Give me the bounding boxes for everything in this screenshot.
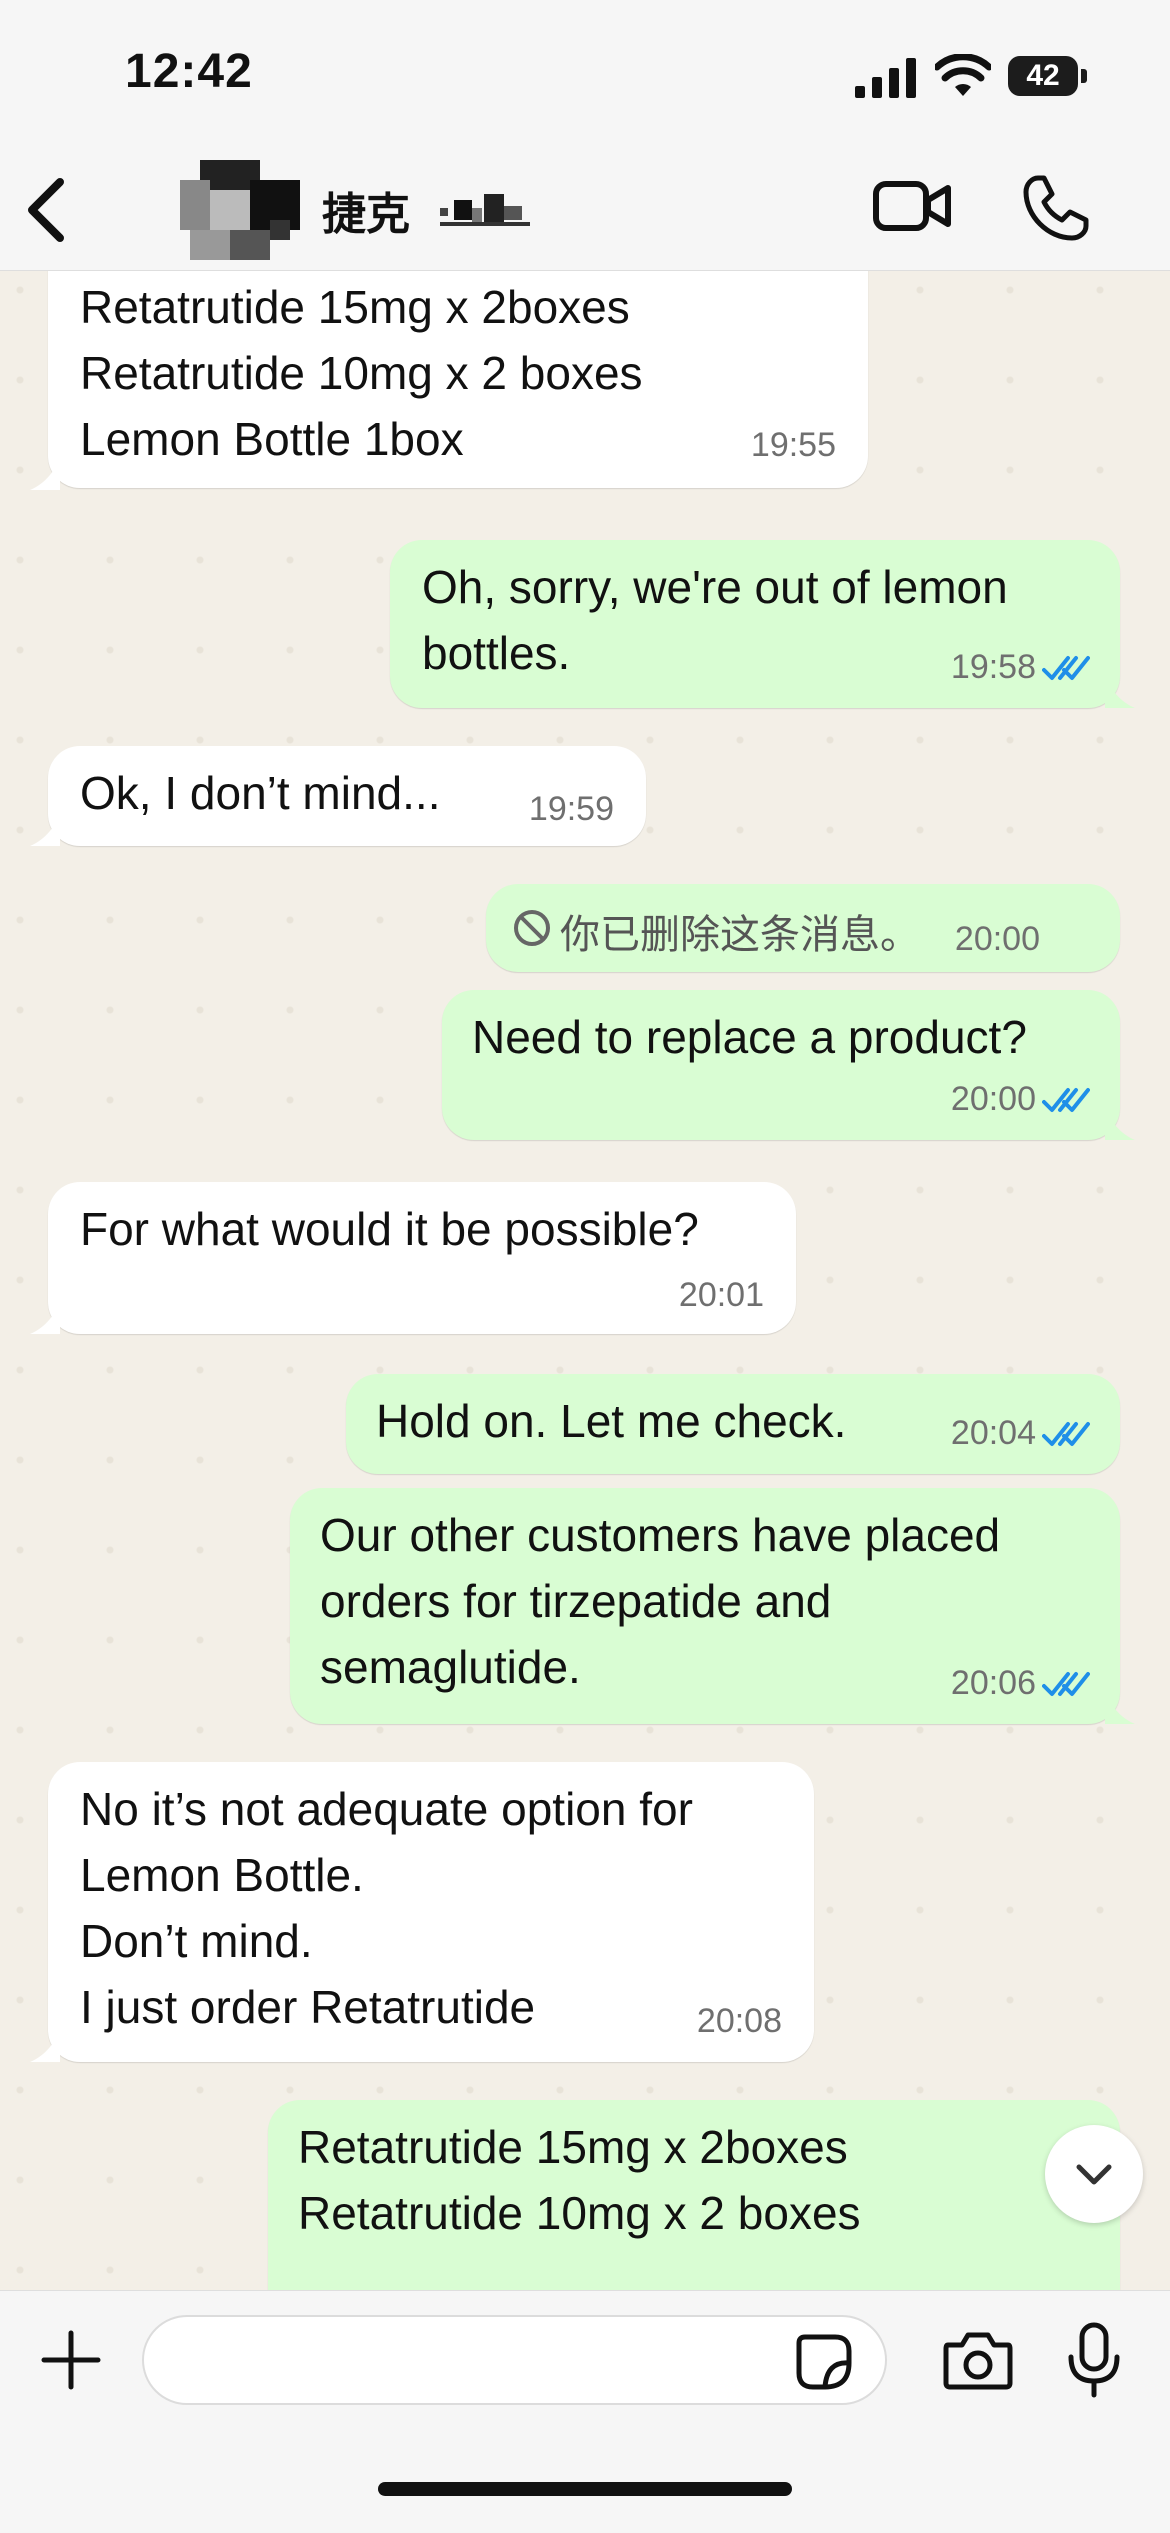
message-line: semaglutide. bbox=[320, 1641, 581, 1693]
cellular-signal-icon bbox=[855, 58, 916, 98]
message-input[interactable] bbox=[142, 2315, 887, 2405]
bubble-tail bbox=[30, 2032, 60, 2062]
chevron-down-icon bbox=[1076, 2164, 1112, 2185]
phone-icon[interactable] bbox=[1020, 172, 1092, 244]
read-ticks-icon bbox=[1042, 1088, 1090, 1112]
deleted-message-bubble[interactable]: 你已删除这条消息。 20:00 bbox=[486, 884, 1120, 972]
read-ticks-icon bbox=[1042, 1672, 1090, 1696]
message-line: Retatrutide 10mg x 2 boxes bbox=[80, 347, 643, 399]
message-bubble-outgoing[interactable]: Oh, sorry, we're out of lemon bottles. 1… bbox=[390, 540, 1120, 708]
message-line: Don’t mind. bbox=[80, 1915, 313, 1967]
home-indicator[interactable] bbox=[378, 2482, 792, 2496]
contact-name[interactable]: 捷克 bbox=[322, 178, 410, 242]
message-line: Our other customers have placed bbox=[320, 1509, 1001, 1561]
status-time: 12:42 bbox=[125, 45, 253, 98]
chevron-left-icon[interactable] bbox=[18, 170, 78, 250]
message-line: Retatrutide 10mg x 2 boxes bbox=[298, 2187, 861, 2239]
message-time: 20:00 bbox=[950, 1080, 1036, 1118]
bubble-tail bbox=[30, 816, 60, 846]
wifi-icon bbox=[935, 54, 991, 96]
battery-indicator: 42 bbox=[1008, 56, 1088, 96]
message-bubble-incoming[interactable]: Ok, I don’t mind... 19:59 bbox=[48, 746, 646, 846]
read-ticks-icon bbox=[1042, 656, 1090, 680]
message-line: Oh, sorry, we're out of lemon bbox=[422, 561, 1008, 613]
message-line: Retatrutide 15mg x 2boxes bbox=[298, 2121, 848, 2173]
message-bubble-incoming[interactable]: For what would it be possible? 20:01 bbox=[48, 1182, 796, 1334]
bubble-tail bbox=[30, 460, 60, 490]
message-line: Lemon Bottle. bbox=[80, 1849, 364, 1901]
message-time: 19:55 bbox=[750, 426, 836, 464]
message-bubble-outgoing[interactable]: Need to replace a product? 20:00 bbox=[442, 990, 1120, 1140]
message-line: bottles. bbox=[422, 627, 571, 679]
message-line: For what would it be possible? bbox=[80, 1203, 699, 1255]
prohibited-icon bbox=[514, 910, 550, 946]
avatar[interactable] bbox=[180, 160, 300, 260]
camera-icon[interactable] bbox=[942, 2329, 1014, 2391]
pixelated-redaction bbox=[440, 194, 530, 226]
bubble-tail bbox=[1105, 1694, 1135, 1724]
video-camera-icon[interactable] bbox=[872, 172, 952, 240]
message-time: 20:08 bbox=[696, 2002, 782, 2040]
message-time: 19:58 bbox=[950, 648, 1036, 686]
bubble-tail bbox=[30, 1304, 60, 1334]
battery-level: 42 bbox=[1008, 56, 1078, 96]
message-line: No it’s not adequate option for bbox=[80, 1783, 693, 1835]
message-bubble-outgoing[interactable]: Hold on. Let me check. 20:04 bbox=[346, 1374, 1120, 1474]
message-line: orders for tirzepatide and bbox=[320, 1575, 832, 1627]
message-time: 20:06 bbox=[950, 1664, 1036, 1702]
plus-icon[interactable] bbox=[38, 2327, 104, 2393]
message-bubble-outgoing[interactable]: Retatrutide 15mg x 2boxes Retatrutide 10… bbox=[268, 2100, 1120, 2290]
message-bubble-incoming[interactable]: No it’s not adequate option for Lemon Bo… bbox=[48, 1762, 814, 2062]
microphone-icon[interactable] bbox=[1065, 2321, 1123, 2399]
message-line: Retatrutide 15mg x 2boxes bbox=[80, 281, 630, 333]
deleted-message-text: 你已删除这条消息。 bbox=[560, 913, 920, 957]
status-bar: 12:42 42 bbox=[0, 0, 1170, 150]
bubble-tail bbox=[1105, 1110, 1135, 1140]
message-line: Need to replace a product? bbox=[472, 1011, 1027, 1063]
chat-header: 捷克 bbox=[0, 150, 1170, 271]
message-line: I just order Retatrutide bbox=[80, 1981, 536, 2033]
bubble-tail bbox=[1105, 678, 1135, 708]
message-time: 20:00 bbox=[954, 920, 1040, 958]
message-list[interactable]: Retatrutide 15mg x 2boxes Retatrutide 10… bbox=[0, 270, 1170, 2290]
sticker-icon[interactable] bbox=[795, 2333, 853, 2391]
message-line: Lemon Bottle 1box bbox=[80, 413, 464, 465]
message-line: Ok, I don’t mind... bbox=[80, 767, 441, 819]
message-bubble-incoming[interactable]: Retatrutide 15mg x 2boxes Retatrutide 10… bbox=[48, 270, 868, 488]
message-time: 20:04 bbox=[950, 1414, 1036, 1452]
message-time: 19:59 bbox=[528, 790, 614, 828]
message-time: 20:01 bbox=[678, 1276, 764, 1314]
message-line: Hold on. Let me check. bbox=[376, 1395, 847, 1447]
scroll-to-bottom-button[interactable] bbox=[1045, 2125, 1143, 2223]
message-composer bbox=[0, 2290, 1170, 2533]
read-ticks-icon bbox=[1042, 1422, 1090, 1446]
message-bubble-outgoing[interactable]: Our other customers have placed orders f… bbox=[290, 1488, 1120, 1724]
